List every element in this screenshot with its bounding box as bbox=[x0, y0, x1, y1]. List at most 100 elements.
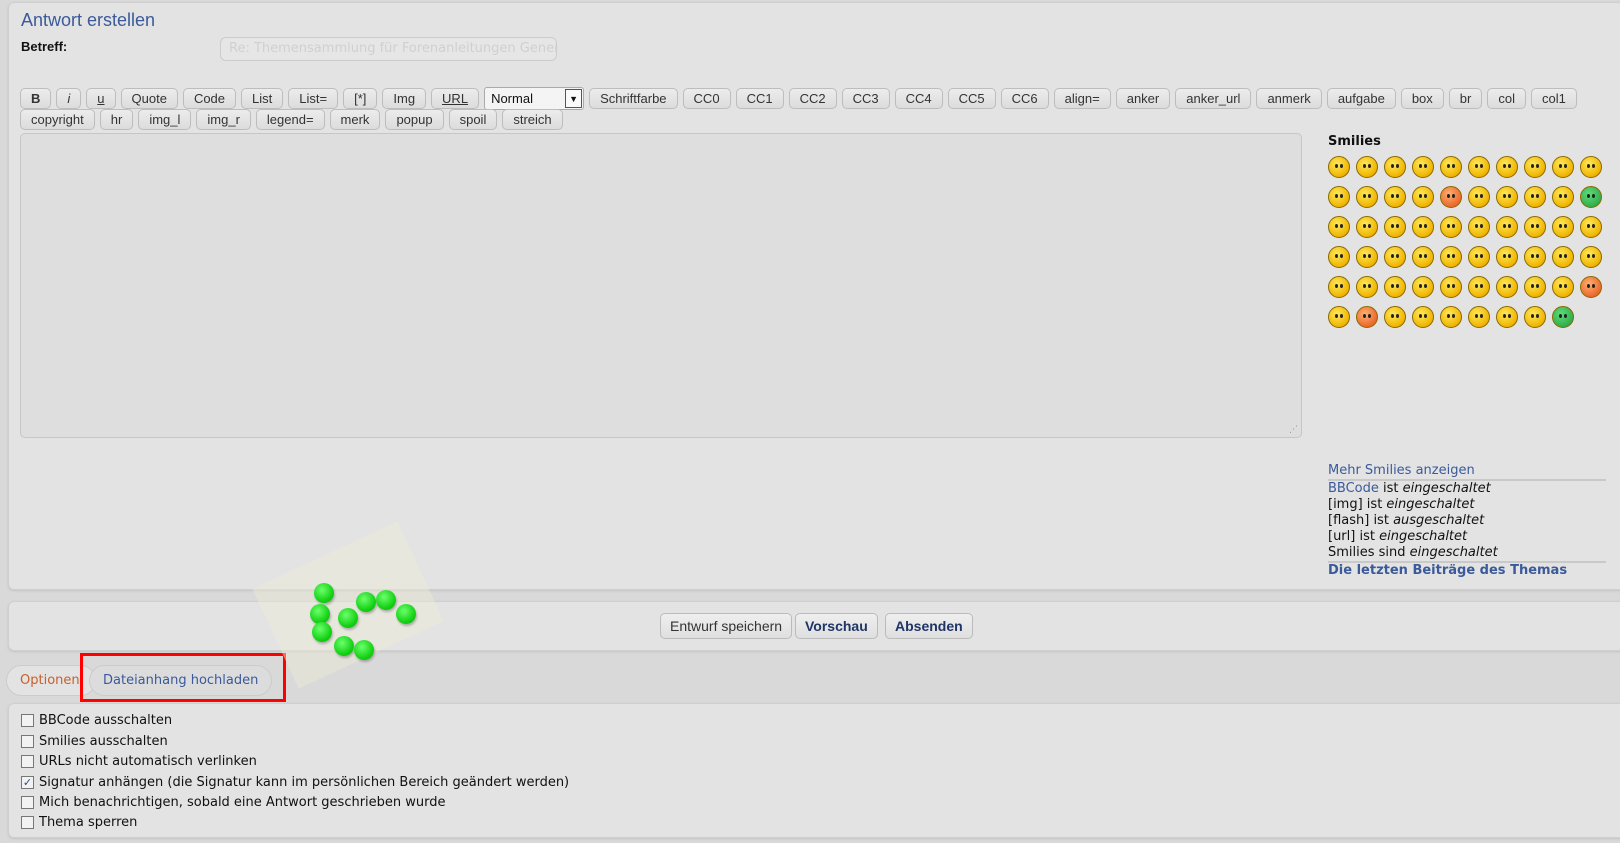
flat-smiley-icon[interactable] bbox=[1580, 216, 1602, 238]
dizzy-smiley-icon[interactable] bbox=[1496, 246, 1518, 268]
blue-ball-smiley-icon[interactable] bbox=[1468, 186, 1490, 208]
sad-smiley-icon[interactable] bbox=[1524, 276, 1546, 298]
toolbar-button-ankerurl[interactable]: anker_url bbox=[1175, 88, 1252, 109]
toolbar-button-List[interactable]: List bbox=[241, 88, 284, 109]
font-size-select[interactable]: Normal ▼ bbox=[484, 87, 585, 110]
hug-smiley-icon[interactable] bbox=[1524, 156, 1546, 178]
option-checkbox-row[interactable]: ✓ Signatur anhängen (die Signatur kann im… bbox=[21, 775, 569, 790]
option-checkbox-row[interactable]: Smilies ausschalten bbox=[21, 734, 168, 749]
status-key[interactable]: BBCode bbox=[1328, 481, 1379, 496]
talk-smiley-icon[interactable] bbox=[1552, 246, 1574, 268]
razz-smiley-icon[interactable] bbox=[1328, 306, 1350, 328]
violin-smiley-icon[interactable] bbox=[1440, 216, 1462, 238]
wave-smiley-icon[interactable] bbox=[1496, 216, 1518, 238]
evil-smiley-icon[interactable] bbox=[1412, 306, 1434, 328]
eek-smiley-icon[interactable] bbox=[1468, 276, 1490, 298]
tongue-smiley-icon[interactable] bbox=[1496, 156, 1518, 178]
laugh-smiley-icon[interactable] bbox=[1524, 216, 1546, 238]
toolbar-button-copyright[interactable]: copyright bbox=[20, 109, 95, 130]
toolbar-button-legend[interactable]: legend= bbox=[255, 109, 325, 130]
puppet-smiley-icon[interactable] bbox=[1412, 156, 1434, 178]
toolbar-button-br[interactable]: br bbox=[1448, 88, 1483, 109]
exclaim-smiley-icon[interactable] bbox=[1468, 306, 1490, 328]
cry-smiley-icon[interactable] bbox=[1440, 246, 1462, 268]
shout-smiley-icon[interactable] bbox=[1468, 246, 1490, 268]
toolbar-button-imgr[interactable]: img_r bbox=[196, 109, 251, 130]
coffee-smiley-icon[interactable] bbox=[1580, 156, 1602, 178]
toolbar-button-u[interactable]: u bbox=[86, 88, 116, 109]
toolbar-button-[interactable]: [*] bbox=[343, 88, 378, 109]
toolbar-button-aufgabe[interactable]: aufgabe bbox=[1326, 88, 1396, 109]
toolbar-button-imgl[interactable]: img_l bbox=[138, 109, 192, 130]
toolbar-button-Code[interactable]: Code bbox=[182, 88, 237, 109]
thumbs-up-smiley-icon[interactable] bbox=[1552, 186, 1574, 208]
smile3-smiley-icon[interactable] bbox=[1384, 246, 1406, 268]
option-checkbox-row[interactable]: BBCode ausschalten bbox=[21, 713, 172, 728]
grin-smiley-icon[interactable] bbox=[1356, 276, 1378, 298]
alien-smiley-icon[interactable] bbox=[1412, 246, 1434, 268]
toolbar-button-hr[interactable]: hr bbox=[99, 109, 134, 130]
cool2-smiley-icon[interactable] bbox=[1496, 276, 1518, 298]
shocked-smiley-icon[interactable] bbox=[1328, 156, 1350, 178]
toolbar-button-merk[interactable]: merk bbox=[329, 109, 381, 130]
option-checkbox[interactable] bbox=[21, 714, 34, 727]
toolbar-button-CC6[interactable]: CC6 bbox=[1000, 88, 1049, 109]
chevron-down-icon[interactable]: ▼ bbox=[565, 89, 583, 108]
evil-red-smiley-icon[interactable] bbox=[1356, 306, 1378, 328]
bat-smiley-icon[interactable] bbox=[1356, 156, 1378, 178]
toolbar-button-streich[interactable]: streich bbox=[502, 109, 563, 130]
glasses-smiley-icon[interactable] bbox=[1356, 246, 1378, 268]
subject-input[interactable]: Re: Themensammlung für Forenanleitungen … bbox=[220, 37, 557, 61]
preview-button[interactable]: Vorschau bbox=[795, 613, 878, 639]
cool-smiley-icon[interactable] bbox=[1552, 276, 1574, 298]
toolbar-button-CC0[interactable]: CC0 bbox=[682, 88, 731, 109]
wine-smiley-icon[interactable] bbox=[1356, 186, 1378, 208]
bird-smiley-icon[interactable] bbox=[1524, 186, 1546, 208]
chick-smiley-icon[interactable] bbox=[1552, 216, 1574, 238]
toolbar-button-align[interactable]: align= bbox=[1053, 88, 1111, 109]
mouse-smiley-icon[interactable] bbox=[1412, 186, 1434, 208]
smile2-smiley-icon[interactable] bbox=[1412, 216, 1434, 238]
option-checkbox[interactable] bbox=[21, 755, 34, 768]
submit-button[interactable]: Absenden bbox=[885, 613, 973, 639]
green-grin-smiley-icon[interactable] bbox=[1580, 186, 1602, 208]
toolbar-button-Schriftfarbe[interactable]: Schriftfarbe bbox=[589, 88, 678, 109]
sing-smiley-icon[interactable] bbox=[1328, 246, 1350, 268]
confused-smiley-icon[interactable] bbox=[1384, 156, 1406, 178]
toolbar-button-URL[interactable]: URL bbox=[431, 88, 480, 109]
toolbar-button-List[interactable]: List= bbox=[288, 88, 339, 109]
nerd-smiley-icon[interactable] bbox=[1440, 156, 1462, 178]
twisted-smiley-icon[interactable] bbox=[1384, 306, 1406, 328]
think-smiley-icon[interactable] bbox=[1468, 216, 1490, 238]
jump-smiley-icon[interactable] bbox=[1468, 156, 1490, 178]
toolbar-button-Img[interactable]: Img bbox=[382, 88, 427, 109]
toolbar-button-col[interactable]: col bbox=[1487, 88, 1526, 109]
resize-grip-icon[interactable]: ⋰ bbox=[1289, 425, 1298, 435]
option-checkbox[interactable]: ✓ bbox=[21, 776, 34, 789]
option-checkbox[interactable] bbox=[21, 735, 34, 748]
thumb-smiley-icon[interactable] bbox=[1580, 246, 1602, 268]
more-smilies-link[interactable]: Mehr Smilies anzeigen bbox=[1328, 463, 1475, 479]
wine-glass-smiley-icon[interactable] bbox=[1328, 186, 1350, 208]
toolbar-button-i[interactable]: i bbox=[56, 88, 82, 109]
rolleyes-smiley-icon[interactable] bbox=[1384, 276, 1406, 298]
toolbar-button-CC5[interactable]: CC5 bbox=[947, 88, 996, 109]
option-checkbox-row[interactable]: Thema sperren bbox=[21, 815, 137, 830]
toolbar-button-col1[interactable]: col1 bbox=[1530, 88, 1577, 109]
mad-smiley-icon[interactable] bbox=[1580, 276, 1602, 298]
thumbs-two-smiley-icon[interactable] bbox=[1328, 216, 1350, 238]
toolbar-button-CC1[interactable]: CC1 bbox=[735, 88, 784, 109]
idea-smiley-icon[interactable] bbox=[1524, 306, 1546, 328]
toolbar-button-CC4[interactable]: CC4 bbox=[894, 88, 943, 109]
option-checkbox[interactable] bbox=[21, 816, 34, 829]
smile4-smiley-icon[interactable] bbox=[1412, 276, 1434, 298]
toolbar-button-CC3[interactable]: CC3 bbox=[841, 88, 890, 109]
option-checkbox[interactable] bbox=[21, 796, 34, 809]
toolbar-button-Quote[interactable]: Quote bbox=[120, 88, 178, 109]
party-smiley-icon[interactable] bbox=[1552, 156, 1574, 178]
mouse-question-smiley-icon[interactable] bbox=[1384, 186, 1406, 208]
read-smiley-icon[interactable] bbox=[1356, 216, 1378, 238]
sleep-smiley-icon[interactable] bbox=[1496, 186, 1518, 208]
toolbar-button-B[interactable]: B bbox=[20, 88, 52, 109]
option-checkbox-row[interactable]: URLs nicht automatisch verlinken bbox=[21, 754, 257, 769]
